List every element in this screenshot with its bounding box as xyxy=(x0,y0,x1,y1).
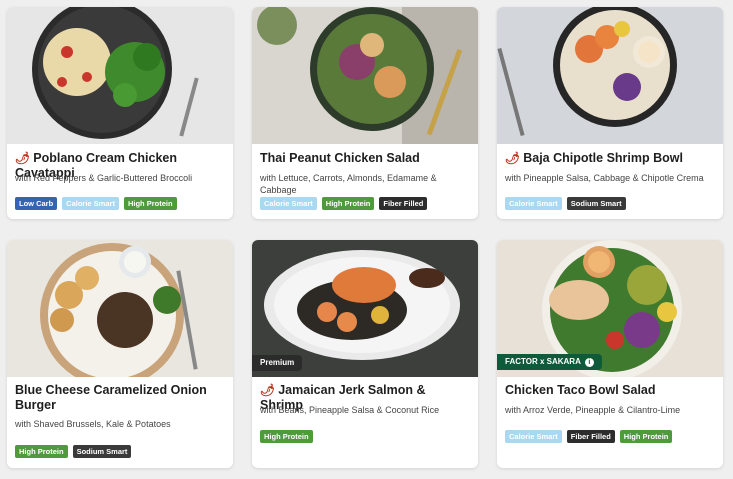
info-icon[interactable]: i xyxy=(584,357,594,367)
meal-tags: High Protein xyxy=(260,430,470,443)
meal-tags: Calorie Smart High Protein Fiber Filled xyxy=(260,197,470,210)
meal-title: Chicken Taco Bowl Salad xyxy=(505,383,656,397)
chili-pepper-icon: 🌶 xyxy=(505,151,521,165)
premium-badge: Premium xyxy=(252,355,303,371)
meal-subtitle: with Pineapple Salsa, Cabbage & Chipotle… xyxy=(505,173,704,183)
tag-high-protein: High Protein xyxy=(321,197,375,210)
meal-image xyxy=(252,7,478,144)
meal-card[interactable]: FACTOR x SAKARA i Chicken Taco Bowl Sala… xyxy=(497,240,723,468)
meal-tags: Low Carb Calorie Smart High Protein xyxy=(15,197,225,210)
tag-calorie-smart: Calorie Smart xyxy=(505,430,562,443)
chili-pepper-icon: 🌶 xyxy=(260,383,276,397)
tag-sodium-smart: Sodium Smart xyxy=(72,445,132,458)
meal-grid: 🌶 Poblano Cream Chicken Cavatappi with Re… xyxy=(0,0,733,479)
meal-image xyxy=(497,7,723,144)
tag-high-protein: High Protein xyxy=(15,445,68,458)
meal-card[interactable]: Premium 🌶 Jamaican Jerk Salmon & Shrimp w… xyxy=(252,240,478,468)
meal-card[interactable]: 🌶 Baja Chipotle Shrimp Bowl with Pineappl… xyxy=(497,7,723,219)
meal-card[interactable]: Thai Peanut Chicken Salad with Lettuce, … xyxy=(252,7,478,219)
partner-badge[interactable]: FACTOR x SAKARA i xyxy=(497,354,602,370)
meal-image xyxy=(7,240,233,377)
meal-card[interactable]: Blue Cheese Caramelized Onion Burger wit… xyxy=(7,240,233,468)
meal-title: Thai Peanut Chicken Salad xyxy=(260,151,420,165)
tag-high-protein: High Protein xyxy=(123,197,177,210)
meal-tags: High Protein Sodium Smart xyxy=(15,445,225,458)
tag-calorie-smart: Calorie Smart xyxy=(62,197,119,210)
tag-sodium-smart: Sodium Smart xyxy=(566,197,626,210)
tag-fiber-filled: Fiber Filled xyxy=(379,197,428,210)
meal-tags: Calorie Smart Fiber Filled High Protein xyxy=(505,430,715,443)
meal-title: Blue Cheese Caramelized Onion Burger xyxy=(15,383,207,412)
meal-card[interactable]: 🌶 Poblano Cream Chicken Cavatappi with Re… xyxy=(7,7,233,219)
meal-subtitle: with Shaved Brussels, Kale & Potatoes xyxy=(15,419,171,429)
tag-calorie-smart: Calorie Smart xyxy=(505,197,562,210)
meal-subtitle: with Red Peppers & Garlic-Buttered Brocc… xyxy=(15,173,193,183)
tag-calorie-smart: Calorie Smart xyxy=(260,197,317,210)
meal-tags: Calorie Smart Sodium Smart xyxy=(505,197,715,210)
tag-high-protein: High Protein xyxy=(619,430,673,443)
meal-subtitle: with Lettuce, Carrots, Almonds, Edamame … xyxy=(260,173,437,195)
tag-high-protein: High Protein xyxy=(260,430,313,443)
partner-badge-label: FACTOR x SAKARA xyxy=(505,357,581,366)
tag-fiber-filled: Fiber Filled xyxy=(566,430,615,443)
meal-subtitle: with Arroz Verde, Pineapple & Cilantro-L… xyxy=(505,405,681,415)
chili-pepper-icon: 🌶 xyxy=(15,151,31,165)
meal-image xyxy=(7,7,233,144)
tag-low-carb: Low Carb xyxy=(15,197,58,210)
meal-subtitle: with Beans, Pineapple Salsa & Coconut Ri… xyxy=(260,405,440,415)
meal-title: 🌶 Baja Chipotle Shrimp Bowl xyxy=(505,151,683,165)
